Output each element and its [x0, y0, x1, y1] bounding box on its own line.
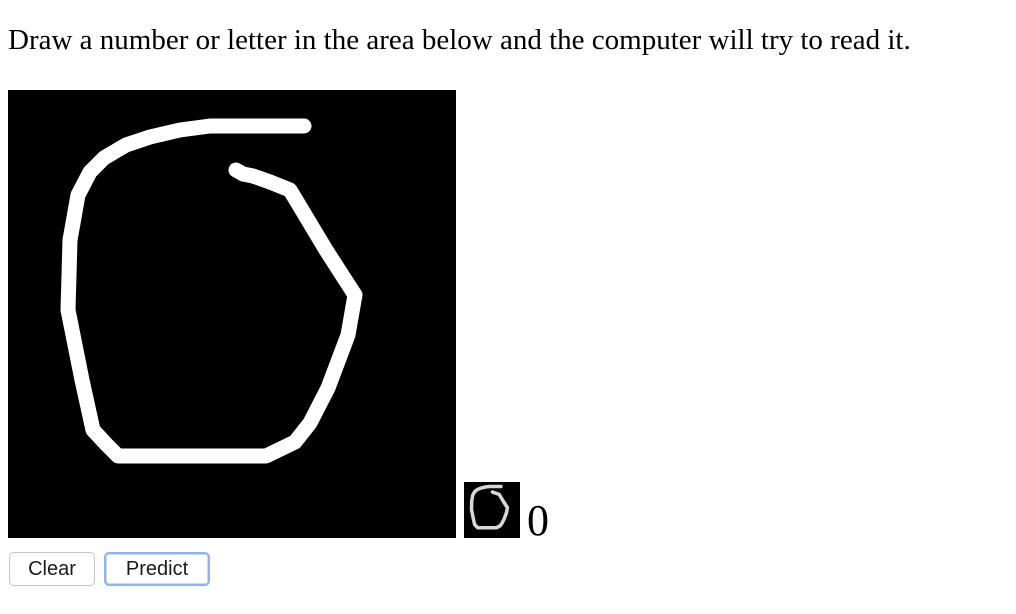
input-preview-thumbnail	[464, 482, 520, 538]
prediction-result: 0	[527, 496, 549, 545]
drawn-stroke	[60, 118, 363, 464]
page: Draw a number or letter in the area belo…	[0, 0, 1016, 614]
drawn-stroke-svg	[60, 118, 363, 464]
preview-stroke	[469, 484, 510, 530]
preview-stroke-svg	[469, 484, 510, 530]
drawing-canvas[interactable]	[8, 90, 456, 538]
predict-button[interactable]: Predict	[104, 552, 210, 586]
instructions-text: Draw a number or letter in the area belo…	[8, 24, 911, 56]
clear-button[interactable]: Clear	[9, 552, 95, 586]
